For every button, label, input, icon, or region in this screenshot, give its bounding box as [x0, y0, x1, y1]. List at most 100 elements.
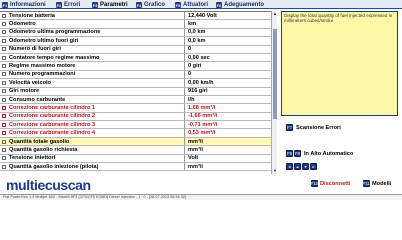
table-row[interactable]: Quantità gasolio richiesta mm³/i — [0, 146, 276, 155]
table-row[interactable]: Tensione batteria 12,440 Volt — [0, 12, 276, 21]
row-checkbox[interactable] — [2, 122, 6, 127]
row-checkbox[interactable] — [2, 114, 6, 119]
row-checkbox[interactable] — [2, 89, 6, 94]
param-name: Correzione carburante cilindro 2 — [9, 113, 96, 120]
row-checkbox[interactable] — [2, 47, 6, 52]
param-name: Quantità gasolio iniezione (pilota) — [9, 163, 99, 170]
models-button[interactable]: F11 Modelli — [363, 180, 391, 187]
table-row[interactable]: Tensione iniettori Volt — [0, 154, 276, 164]
up-arrow-icon[interactable]: ▴ — [294, 163, 301, 170]
scroll-down-icon[interactable]: ▼ — [272, 168, 278, 174]
row-checkbox[interactable] — [2, 131, 6, 136]
auto-key-1[interactable]: F8 — [286, 150, 293, 157]
row-checkbox[interactable] — [2, 72, 6, 77]
tab-label: Informazioni — [10, 2, 46, 8]
param-value: 0,00 sec — [188, 54, 210, 61]
table-row[interactable]: Odometro km — [0, 20, 276, 29]
row-checkbox[interactable] — [2, 164, 6, 169]
scroll-thumb[interactable] — [273, 29, 277, 119]
down-arrow-icon[interactable]: ▾ — [302, 163, 309, 170]
tab-bar: F1 Informazioni F2 Errori F3 Parametri F… — [0, 0, 402, 9]
param-name: Numero programmazioni — [9, 71, 76, 78]
table-row[interactable]: Correzione carburante cilindro 4 0,53 mm³… — [0, 129, 276, 138]
right-arrow-icon[interactable]: ▸ — [310, 163, 317, 170]
table-row[interactable]: Numero di fuori giri 0 — [0, 45, 276, 54]
param-name: Giri motore — [9, 88, 40, 95]
parameters-table: Tensione batteria 12,440 Volt Odometro km … — [0, 11, 276, 174]
app-logo: multiecuscan — [6, 177, 91, 193]
table-scrollbar[interactable]: ▲ ▼ — [271, 11, 277, 174]
tab-parametri[interactable]: F3 Parametri — [92, 1, 128, 9]
row-checkbox[interactable] — [2, 139, 6, 144]
scroll-up-icon[interactable]: ▲ — [272, 11, 278, 17]
table-row[interactable]: Odometro ultima programmazione 0,0 km — [0, 28, 276, 38]
param-value: 0,0 km — [188, 37, 206, 44]
tab-key: F2 — [56, 2, 62, 8]
tab-errori[interactable]: F2 Errori — [56, 1, 80, 9]
tab-grafico[interactable]: F4 Grafico — [136, 1, 165, 9]
table-row[interactable]: Correzione carburante cilindro 3 -0,71 mm… — [0, 121, 276, 130]
table-row[interactable]: Numero programmazioni 0 — [0, 70, 276, 80]
left-arrow-icon[interactable]: ◂ — [286, 163, 293, 170]
param-value: 0,0 km — [188, 29, 206, 36]
tab-label: Adeguamento — [224, 2, 265, 8]
param-value: 0,53 mm³/i — [188, 130, 216, 137]
table-row[interactable]: Giri motore 916 giri — [0, 87, 276, 96]
row-checkbox[interactable] — [2, 22, 6, 27]
tab-key: F4 — [136, 2, 142, 8]
tab-key: F6 — [216, 2, 222, 8]
tab-key: F1 — [2, 2, 8, 8]
param-name: Odometro ultima programmazione — [9, 29, 101, 36]
row-checkbox[interactable] — [2, 38, 6, 43]
table-row[interactable]: Correzione carburante cilindro 2 -1,66 mm… — [0, 112, 276, 122]
param-name: Contatore tempo regime massimo — [9, 54, 100, 61]
table-row[interactable]: Contatore tempo regime massimo 0,00 sec — [0, 53, 276, 63]
row-checkbox[interactable] — [2, 13, 6, 18]
table-row[interactable]: Quantità gasolio iniezione (pilota) mm³/i — [0, 163, 276, 172]
row-checkbox[interactable] — [2, 30, 6, 35]
param-value: 12,440 Volt — [188, 12, 217, 19]
row-checkbox[interactable] — [2, 64, 6, 69]
param-value: l/h — [188, 96, 195, 103]
table-row[interactable]: Velocità veicolo 0,00 km/h — [0, 79, 276, 88]
param-value: 0 — [188, 46, 192, 53]
disconnect-key: F10 — [310, 180, 319, 187]
tab-adeguamento[interactable]: F6 Adeguamento — [216, 1, 264, 9]
auto-label: In Alto Automatico — [304, 150, 354, 157]
param-name: Tensione batteria — [9, 12, 55, 19]
table-row[interactable]: Consumo carburante l/h — [0, 95, 276, 105]
param-name: Correzione carburante cilindro 1 — [9, 104, 96, 111]
param-name: Odometro ultimo fuori giri — [9, 37, 79, 44]
table-row[interactable]: Regime massimo motore 0 giri — [0, 62, 276, 71]
scan-key: F7 — [286, 124, 293, 131]
row-checkbox[interactable] — [2, 105, 6, 110]
models-key: F11 — [363, 180, 370, 187]
row-checkbox[interactable] — [2, 147, 6, 152]
table-row[interactable]: Correzione carburante cilindro 1 1,68 mm³… — [0, 104, 276, 113]
row-checkbox[interactable] — [2, 55, 6, 60]
param-name: Quantità totale gasolio — [9, 138, 70, 145]
param-value: 0 — [188, 71, 192, 78]
table-row-selected[interactable]: Quantità totale gasolio mm³/i — [0, 137, 276, 147]
tab-label: Attuatori — [183, 2, 208, 8]
status-bar: Fiat Punto Evo 1.3 Multijet 16V - Marell… — [0, 194, 402, 200]
disconnect-button[interactable]: F10 Disconnetti — [311, 180, 350, 187]
tab-attuatori[interactable]: F5 Attuatori — [175, 1, 208, 9]
description-text: Display the total quantity of fuel injec… — [284, 13, 393, 24]
scan-errors-button[interactable]: F7 Scansione Errori — [286, 124, 341, 131]
param-name: Correzione carburante cilindro 4 — [9, 130, 96, 137]
param-name: Numero di fuori giri — [9, 46, 61, 53]
tab-informazioni[interactable]: F1 Informazioni — [2, 1, 46, 9]
models-label: Modelli — [372, 180, 392, 187]
row-checkbox[interactable] — [2, 156, 6, 161]
auto-top-control[interactable]: F8 F9 In Alto Automatico — [286, 150, 353, 157]
row-checkbox[interactable] — [2, 80, 6, 85]
param-name: Correzione carburante cilindro 3 — [9, 121, 96, 128]
disconnect-label: Disconnetti — [320, 180, 351, 187]
scan-label: Scansione Errori — [296, 124, 341, 131]
table-row[interactable]: Odometro ultimo fuori giri 0,0 km — [0, 37, 276, 46]
param-name: Tensione iniettori — [9, 155, 56, 162]
auto-key-2[interactable]: F9 — [294, 150, 301, 157]
param-name: Odometro — [9, 21, 36, 28]
row-checkbox[interactable] — [2, 97, 6, 102]
